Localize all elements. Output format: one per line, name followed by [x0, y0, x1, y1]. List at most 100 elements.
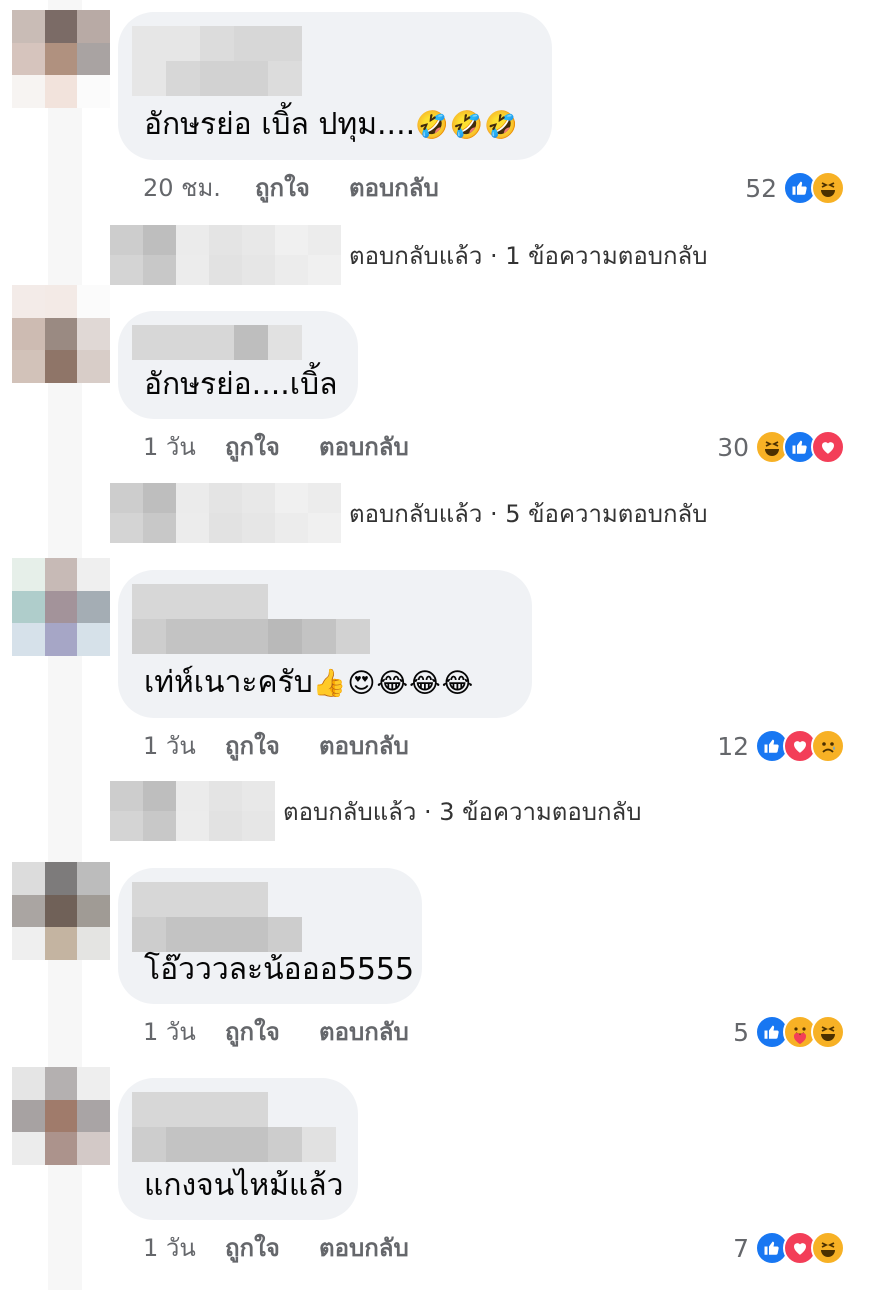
name-mosaic-block — [166, 61, 200, 96]
name-mosaic-block — [132, 26, 166, 61]
avatar[interactable] — [12, 862, 110, 960]
avatar-pixel — [12, 1132, 45, 1165]
avatar-pixel — [77, 623, 110, 656]
avatar[interactable] — [12, 1067, 110, 1165]
name-mosaic-block — [166, 882, 200, 917]
reply-mosaic-block — [275, 513, 308, 543]
name-mosaic-block — [166, 26, 200, 61]
reply-mosaic-row — [110, 811, 275, 841]
name-mosaic-block — [268, 325, 302, 360]
view-replies-link[interactable]: ตอบกลับแล้ว · 5 ข้อความตอบกลับ — [110, 483, 708, 543]
name-mosaic-row — [132, 61, 302, 96]
avatar-pixel — [44, 1099, 78, 1133]
like-button[interactable]: ถูกใจ — [255, 168, 310, 208]
reply-mosaic-block — [209, 513, 242, 543]
avatar-pixel — [12, 862, 45, 895]
reply-mosaic-block — [176, 513, 209, 543]
reactions-summary[interactable]: 5 — [733, 1012, 845, 1052]
like-button[interactable]: ถูกใจ — [225, 1228, 280, 1268]
reply-button[interactable]: ตอบกลับ — [319, 726, 409, 766]
avatar-pixel — [12, 75, 45, 108]
comment-timestamp[interactable]: 1 วัน — [143, 1012, 196, 1052]
avatar-pixel — [44, 350, 78, 383]
reactions-summary[interactable]: 12 — [717, 726, 845, 766]
view-replies-link[interactable]: ตอบกลับแล้ว · 3 ข้อความตอบกลับ — [110, 781, 642, 841]
avatar-pixel — [77, 1132, 110, 1165]
reply-mosaic-block — [275, 483, 308, 513]
haha-reaction-icon — [811, 1015, 845, 1049]
reply-mosaic-block — [275, 225, 308, 255]
reply-mosaic-block — [110, 513, 143, 543]
reply-summary-text: ตอบกลับแล้ว · 5 ข้อความตอบกลับ — [349, 499, 708, 528]
like-button[interactable]: ถูกใจ — [225, 427, 280, 467]
commenter-name-redacted[interactable] — [132, 26, 302, 96]
name-mosaic-block — [200, 61, 234, 96]
reactions-summary[interactable]: 52 — [745, 168, 845, 208]
reply-mosaic-block — [110, 483, 143, 513]
view-replies-link[interactable]: ตอบกลับแล้ว · 1 ข้อความตอบกลับ — [110, 225, 708, 285]
name-mosaic-block — [234, 584, 268, 619]
name-mosaic-block — [200, 917, 234, 952]
comment-bubble: เท่ห์เนาะครับ👍😍😂😂😂 — [118, 570, 532, 718]
avatar-pixel — [44, 927, 78, 960]
comment-text-body: โอ๊วววละน้อออ5555 — [144, 952, 415, 987]
like-button[interactable]: ถูกใจ — [225, 726, 280, 766]
reaction-count: 12 — [717, 731, 749, 761]
avatar-pixel — [77, 10, 110, 43]
comment-bubble: โอ๊วววละน้อออ5555 — [118, 868, 422, 1004]
comment-timestamp[interactable]: 20 ชม. — [143, 168, 221, 208]
comment-bubble: อักษรย่อ เบิ้ล ปทุม....🤣🤣🤣 — [118, 12, 552, 160]
reply-mosaic-block — [110, 811, 143, 841]
commenter-name-redacted[interactable] — [132, 325, 302, 360]
reply-mosaic-block — [176, 483, 209, 513]
avatar-pixel — [77, 75, 110, 108]
reply-mosaic-block — [308, 225, 341, 255]
avatar-pixel — [44, 1132, 78, 1165]
name-mosaic-block — [302, 619, 336, 654]
comment-text: โอ๊วววละน้อออ5555 — [144, 950, 414, 990]
commenter-name-redacted[interactable] — [132, 1092, 336, 1162]
avatar-pixel — [77, 927, 110, 960]
reactions-summary[interactable]: 30 — [717, 427, 845, 467]
commenter-name-redacted[interactable] — [132, 584, 370, 654]
reply-button[interactable]: ตอบกลับ — [319, 1228, 409, 1268]
reply-button[interactable]: ตอบกลับ — [349, 168, 439, 208]
reactions-summary[interactable]: 7 — [733, 1228, 845, 1268]
avatar-pixel — [44, 590, 78, 624]
avatar-pixel — [12, 1099, 45, 1133]
avatar-pixel — [12, 623, 45, 656]
name-mosaic-block — [132, 325, 166, 360]
avatar-pixel — [12, 558, 45, 591]
avatar-pixel — [77, 1067, 110, 1100]
comment-meta: 1 วัน ถูกใจ ตอบกลับ — [143, 1228, 743, 1268]
avatar[interactable] — [12, 10, 110, 108]
avatar-pixel — [77, 1099, 110, 1133]
avatar-pixel — [77, 42, 110, 76]
avatar-pixel — [12, 1067, 45, 1100]
reply-mosaic-block — [176, 255, 209, 285]
name-mosaic-block — [268, 917, 302, 952]
comment-timestamp[interactable]: 1 วัน — [143, 427, 196, 467]
reply-mosaic-block — [242, 255, 275, 285]
avatar-pixel — [44, 75, 78, 108]
comment-timestamp[interactable]: 1 วัน — [143, 1228, 196, 1268]
reply-button[interactable]: ตอบกลับ — [319, 1012, 409, 1052]
reply-mosaic-block — [176, 225, 209, 255]
avatar[interactable] — [12, 558, 110, 656]
comment-text: เท่ห์เนาะครับ👍😍😂😂😂 — [144, 663, 474, 704]
reply-summary-text: ตอบกลับแล้ว · 1 ข้อความตอบกลับ — [349, 241, 708, 270]
avatar-pixel — [12, 317, 45, 351]
reply-mosaic-block — [110, 225, 143, 255]
name-mosaic-block — [234, 61, 268, 96]
name-mosaic-row — [132, 917, 302, 952]
name-mosaic-block — [166, 584, 200, 619]
reply-mosaic-block — [143, 225, 176, 255]
reply-mosaic-block — [110, 781, 143, 811]
reply-button[interactable]: ตอบกลับ — [319, 427, 409, 467]
avatar[interactable] — [12, 285, 110, 383]
like-button[interactable]: ถูกใจ — [225, 1012, 280, 1052]
comment-timestamp[interactable]: 1 วัน — [143, 726, 196, 766]
commenter-name-redacted[interactable] — [132, 882, 302, 952]
name-mosaic-block — [200, 325, 234, 360]
reaction-count: 52 — [745, 173, 777, 203]
